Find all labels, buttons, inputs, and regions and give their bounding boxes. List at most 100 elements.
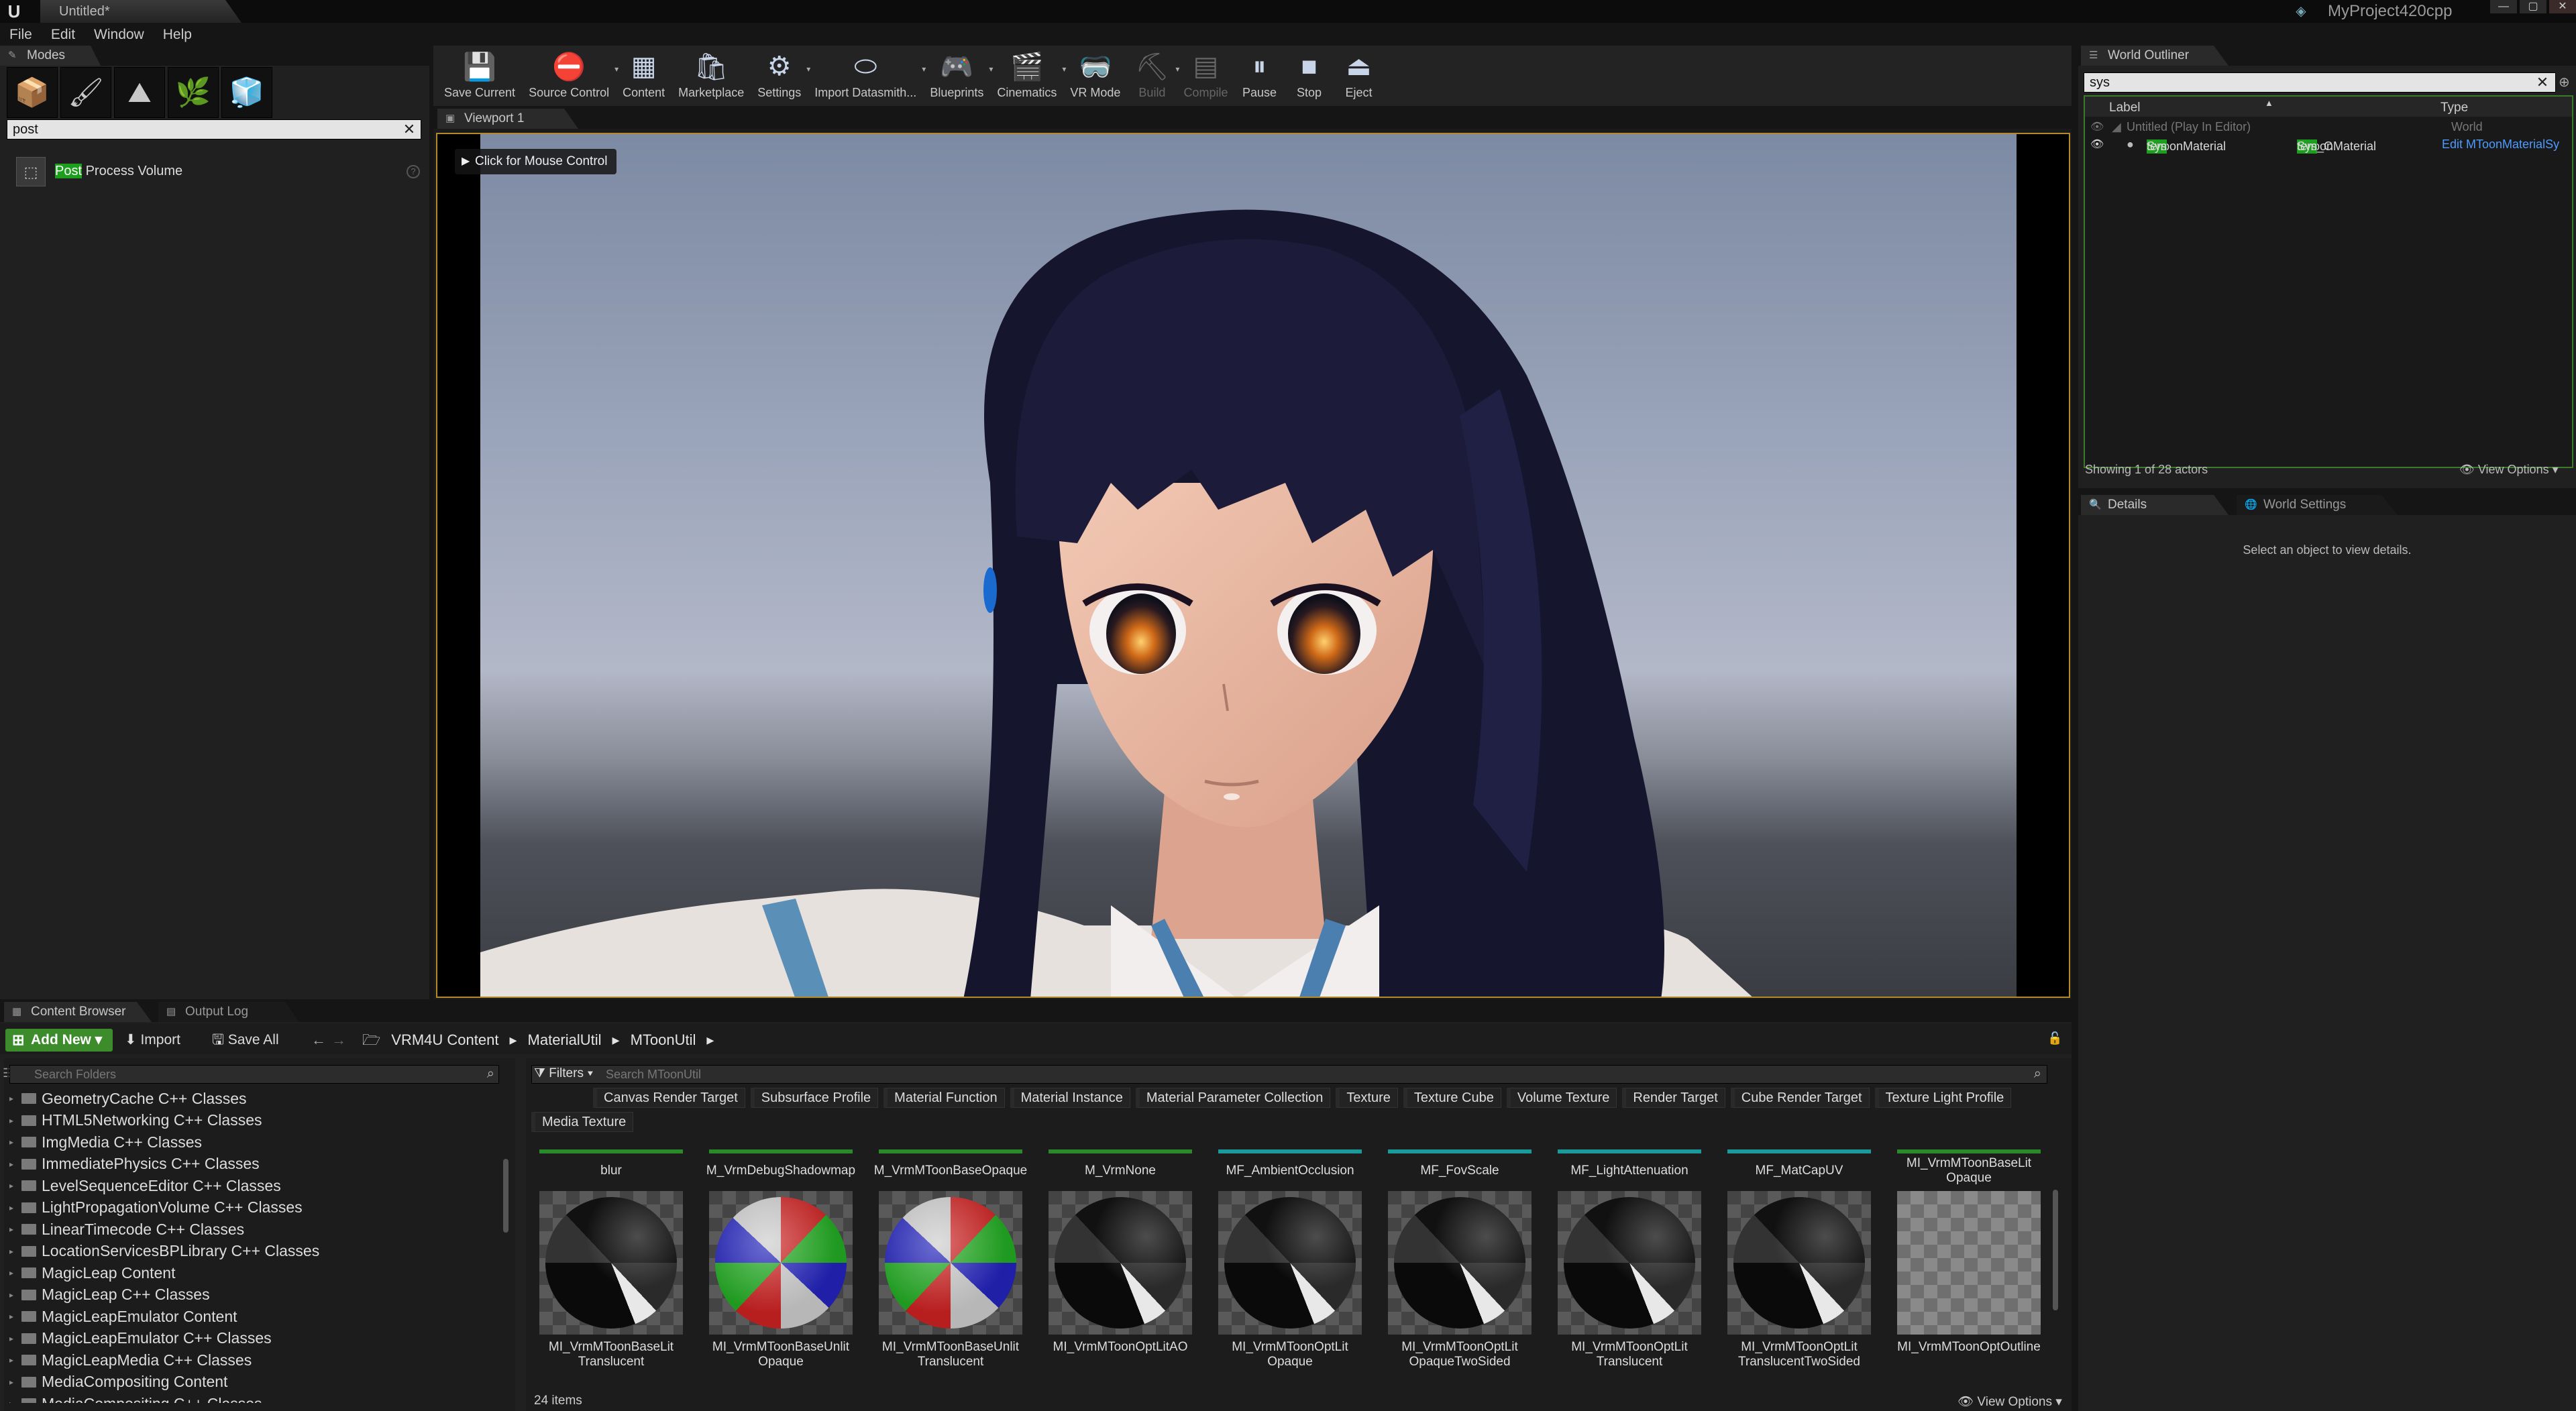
tab-output-log[interactable]: ▤ Output Log	[158, 1002, 299, 1022]
source-control-button[interactable]: ⛔ Source Control ▾	[522, 46, 619, 106]
save-current-button[interactable]: 💾 Save Current	[437, 46, 522, 106]
asset-tile[interactable]: MI_VrmMToonOptLit OpaqueTwoSided	[1388, 1191, 1532, 1387]
list-item[interactable]: ▸ LightPropagationVolume C++ Classes	[9, 1197, 499, 1219]
asset-name[interactable]: MF_AmbientOcclusion	[1213, 1149, 1367, 1192]
asset-name[interactable]: MI_VrmMToonBaseLit Opaque	[1892, 1149, 2046, 1192]
breadcrumb-item[interactable]: MaterialUtil	[528, 1029, 602, 1052]
filter-chip[interactable]: Texture Light Profile	[1874, 1088, 2012, 1108]
list-item[interactable]: ▸ LocationServicesBPLibrary C++ Classes	[9, 1241, 499, 1263]
geometry-mode-icon[interactable]: 🧊	[221, 67, 272, 118]
list-item[interactable]: ▸ ImgMedia C++ Classes	[9, 1131, 499, 1153]
blueprints-button[interactable]: 🎮 Blueprints ▾	[923, 46, 993, 106]
document-tab[interactable]: Untitled*	[40, 0, 241, 23]
asset-tile[interactable]: MI_VrmMToonOptLitAO	[1049, 1191, 1192, 1387]
landscape-mode-icon[interactable]: ⛰	[114, 67, 165, 118]
tab-modes[interactable]: ✎ Modes	[0, 46, 101, 66]
compile-button[interactable]: ▤ Compile	[1177, 46, 1234, 106]
maximize-button[interactable]: ▢	[2520, 0, 2546, 13]
cinematics-button[interactable]: 🎬 Cinematics ▾	[990, 46, 1066, 106]
asset-name[interactable]: blur	[534, 1149, 688, 1192]
outliner-search-input[interactable]: sys ✕	[2084, 72, 2556, 93]
asset-name[interactable]: M_VrmMToonBaseOpaque	[873, 1149, 1028, 1192]
asset-name[interactable]: MF_FovScale	[1383, 1149, 1537, 1192]
outliner-view-options-button[interactable]: 👁 View Options ▾	[2459, 463, 2559, 477]
filter-chip[interactable]: Material Function	[883, 1088, 1005, 1108]
eject-button[interactable]: ⏏ Eject	[1334, 46, 1383, 106]
list-item[interactable]: ▸ LevelSequenceEditor C++ Classes	[9, 1175, 499, 1197]
list-item[interactable]: ⬚ Post Process Volume ?	[7, 156, 423, 188]
expand-arrow-icon[interactable]: ▸	[9, 1334, 17, 1343]
column-type[interactable]: Type	[2440, 101, 2468, 115]
add-filter-icon[interactable]: ⊕	[2559, 74, 2573, 91]
visibility-eye-icon[interactable]: 👁	[2090, 120, 2104, 133]
asset-tile[interactable]: MI_VrmMToonOptLit Opaque	[1218, 1191, 1362, 1387]
expand-arrow-icon[interactable]: ▸	[9, 1225, 17, 1234]
viewport-render[interactable]	[480, 134, 2017, 997]
list-item[interactable]: ▸ MagicLeapMedia C++ Classes	[9, 1349, 499, 1371]
expand-arrow-icon[interactable]: ▸	[9, 1203, 17, 1212]
asset-tile[interactable]: MI_VrmMToonOptLit Translucent	[1558, 1191, 1701, 1387]
tab-world-outliner[interactable]: ☰ World Outliner	[2081, 46, 2229, 66]
breadcrumb-item[interactable]: MToonUtil	[631, 1029, 696, 1052]
list-item[interactable]: ▸ MagicLeap Content	[9, 1262, 499, 1284]
menu-file[interactable]: File	[0, 23, 42, 46]
asset-scrollbar[interactable]	[2053, 1190, 2058, 1310]
filter-chip[interactable]: Material Parameter Collection	[1135, 1088, 1331, 1108]
stop-button[interactable]: ■ Stop	[1284, 46, 1334, 106]
asset-search-input[interactable]: Search MToonUtil ⌕	[531, 1065, 2047, 1084]
asset-view-options-button[interactable]: 👁 View Options ▾	[1957, 1394, 2062, 1410]
breadcrumb-separator[interactable]: ▸	[706, 1029, 714, 1052]
breadcrumb-item[interactable]: VRM4U Content	[391, 1029, 498, 1052]
filter-chip[interactable]: Volume Texture	[1506, 1088, 1617, 1108]
clear-search-icon[interactable]: ✕	[2534, 73, 2551, 92]
tab-world-settings[interactable]: 🌐 World Settings	[2237, 495, 2398, 515]
edit-blueprint-link[interactable]: Edit MToonMaterialSy	[2442, 137, 2559, 152]
tab-details[interactable]: 🔍 Details	[2081, 495, 2229, 515]
column-label[interactable]: Label	[2109, 101, 2141, 115]
asset-tile[interactable]: MI_VrmMToonOptLit TranslucentTwoSided	[1727, 1191, 1871, 1387]
viewport-frame[interactable]: ▶ Click for Mouse Control	[436, 133, 2070, 998]
filter-chip[interactable]: Render Target	[1622, 1088, 1725, 1108]
settings-button[interactable]: ⚙ Settings ▾	[751, 46, 810, 106]
import-button[interactable]: ⬇ Import	[125, 1029, 180, 1052]
clear-search-icon[interactable]: ✕	[400, 120, 418, 139]
filter-chip[interactable]: Material Instance	[1010, 1088, 1130, 1108]
save-all-button[interactable]: 🖫 Save All	[212, 1029, 279, 1052]
marketplace-button[interactable]: 🛍 Marketplace	[672, 46, 751, 106]
list-item[interactable]: ▸ MagicLeap C++ Classes	[9, 1284, 499, 1306]
back-arrow-icon[interactable]: ←	[311, 1029, 326, 1052]
vr-mode-button[interactable]: 🥽 VR Mode	[1063, 46, 1127, 106]
expand-arrow-icon[interactable]: ▸	[9, 1268, 17, 1278]
expand-arrow-icon[interactable]: ▸	[9, 1094, 17, 1103]
lock-icon[interactable]: 🔓	[2047, 1031, 2062, 1046]
filters-button[interactable]: ⧩ Filters ▾	[534, 1066, 594, 1081]
folder-scrollbar[interactable]	[503, 1159, 508, 1233]
asset-name[interactable]: M_VrmNone	[1043, 1149, 1197, 1192]
expand-arrow-icon[interactable]: ▸	[9, 1160, 17, 1169]
asset-tile[interactable]: MI_VrmMToonBaseLit Translucent	[539, 1191, 683, 1387]
breadcrumb-separator[interactable]: ▸	[612, 1029, 620, 1052]
tab-content-browser[interactable]: ▦ Content Browser	[4, 1002, 152, 1022]
content-button[interactable]: ▦ Content	[616, 46, 672, 106]
table-row[interactable]: 👁 ◢ Untitled (Play In Editor) World	[2085, 118, 2572, 135]
asset-tile[interactable]: MI_VrmMToonOptOutline	[1897, 1191, 2041, 1387]
minimize-button[interactable]: —	[2490, 0, 2517, 13]
build-button[interactable]: ⛏ Build ▾	[1127, 46, 1179, 106]
visibility-eye-icon[interactable]: 👁	[2090, 137, 2104, 151]
forward-arrow-icon[interactable]: →	[331, 1029, 346, 1052]
add-new-button[interactable]: ⊞ Add New ▾	[5, 1029, 113, 1052]
expand-arrow-icon[interactable]: ▸	[9, 1290, 17, 1300]
place-mode-icon[interactable]: 📦	[7, 67, 58, 118]
table-row[interactable]: 👁 ● MToonMaterial Sys tem MToonMaterial Sys…	[2085, 135, 2572, 154]
pause-button[interactable]: ⏸ Pause	[1234, 46, 1284, 106]
asset-name[interactable]: MF_LightAttenuation	[1552, 1149, 1707, 1192]
menu-window[interactable]: Window	[85, 23, 154, 46]
list-item[interactable]: ▸ HTML5Networking C++ Classes	[9, 1110, 499, 1132]
list-item[interactable]: ▸ GeometryCache C++ Classes	[9, 1088, 499, 1110]
list-item[interactable]: ▸ LinearTimecode C++ Classes	[9, 1219, 499, 1241]
paint-mode-icon[interactable]: 🖌	[60, 67, 111, 118]
filter-chip[interactable]: Media Texture	[531, 1112, 634, 1132]
filter-chip[interactable]: Subsurface Profile	[750, 1088, 879, 1108]
mouse-control-hint[interactable]: ▶ Click for Mouse Control	[455, 149, 617, 174]
list-item[interactable]: ▸ MagicLeapEmulator C++ Classes	[9, 1328, 499, 1350]
